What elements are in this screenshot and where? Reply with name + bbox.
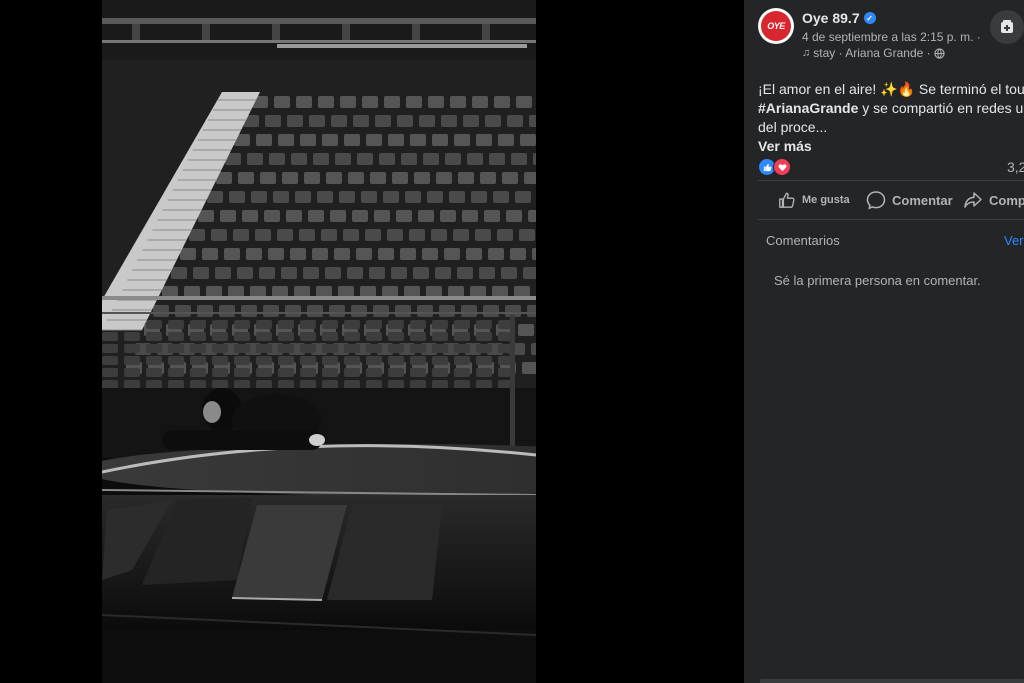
see-more-link[interactable]: Ver más — [758, 137, 1024, 156]
reaction-count[interactable]: 3,2 — [1007, 159, 1024, 175]
comment-label[interactable]: Comentar — [892, 193, 953, 208]
like-button[interactable]: Me gusta — [778, 191, 850, 209]
reactions-summary[interactable] — [758, 158, 791, 176]
video-frame — [102, 0, 536, 683]
love-icon — [773, 158, 791, 176]
post-date[interactable]: 4 de septiembre a las 2:15 p. m. · — [802, 30, 981, 44]
share-button[interactable]: Comp — [963, 190, 1024, 210]
empty-comments-message: Sé la primera persona en comentar. — [774, 273, 981, 288]
comment-button[interactable]: Comentar — [866, 190, 953, 210]
page-avatar[interactable]: OYE — [758, 8, 794, 44]
post-audio-line: ♫ stay · Ariana Grande · — [802, 46, 945, 60]
thumbs-up-icon — [779, 192, 795, 208]
comment-composer-edge[interactable] — [760, 679, 1024, 683]
caption-line-3: del proce... — [758, 119, 828, 135]
post-sidebar: OYE Oye 89.7 ✓ 4 de septiembre a las 2:1… — [744, 0, 1024, 683]
caption-line-2: #ArianaGrande y se compartió en redes un — [758, 99, 1024, 118]
save-icon — [1001, 20, 1013, 33]
music-note-icon: ♫ — [802, 47, 811, 59]
hashtag-link[interactable]: #ArianaGrande — [758, 100, 858, 116]
post-timestamp[interactable]: 4 de septiembre a las 2:15 p. m. · — [802, 30, 981, 44]
divider-top — [758, 180, 1024, 181]
share-icon — [964, 192, 982, 208]
post-caption: ¡El amor en el aire! ✨🔥 Se terminó el to… — [758, 80, 1024, 156]
like-label[interactable]: Me gusta — [802, 194, 850, 206]
comments-view-link[interactable]: Ver — [1004, 233, 1024, 248]
comment-icon — [866, 191, 886, 210]
page-name-link[interactable]: Oye 89.7 ✓ — [802, 10, 876, 26]
oye-logo: OYE — [761, 11, 791, 41]
video-player[interactable] — [102, 0, 536, 683]
share-label[interactable]: Comp — [989, 193, 1024, 208]
page-name[interactable]: Oye 89.7 — [802, 10, 860, 26]
globe-icon — [934, 47, 945, 59]
comments-heading: Comentarios — [766, 233, 840, 248]
caption-line-2-text: y se compartió en redes un — [858, 100, 1024, 116]
save-button[interactable] — [990, 10, 1024, 44]
caption-line-1: ¡El amor en el aire! ✨🔥 Se terminó el to… — [758, 81, 1024, 97]
action-bar: Me gusta Comentar Comp — [758, 186, 1024, 214]
audio-info[interactable]: stay · Ariana Grande · — [813, 46, 930, 60]
verified-badge-icon: ✓ — [863, 12, 876, 24]
divider-bottom — [758, 219, 1024, 220]
